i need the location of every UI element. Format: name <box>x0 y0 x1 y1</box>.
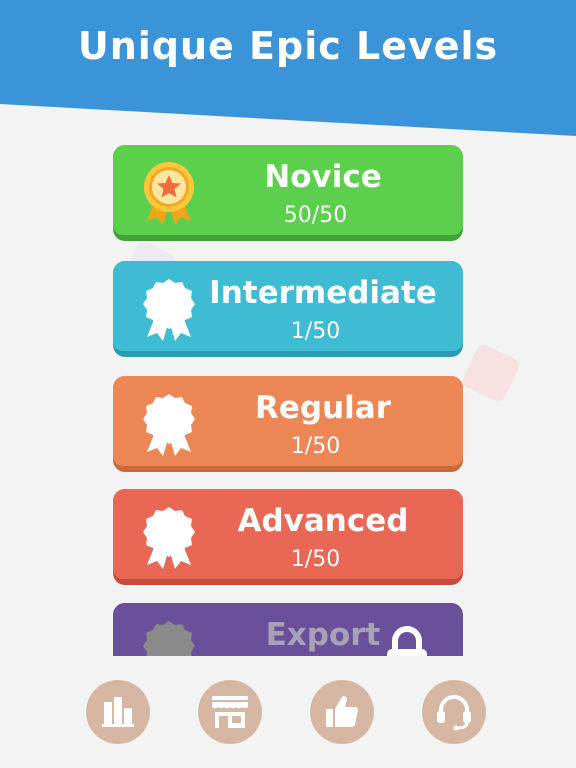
support-button[interactable] <box>422 680 486 744</box>
level-progress: 50/50 <box>283 203 348 228</box>
page-title: Unique Epic Levels <box>77 24 499 68</box>
level-progress: 1/50 <box>290 319 341 344</box>
level-card-advanced[interactable]: Advanced 1/50 <box>113 489 463 585</box>
level-card-novice[interactable]: Novice 50/50 <box>113 145 463 241</box>
header-background <box>0 0 576 136</box>
stats-button[interactable] <box>86 680 150 744</box>
bottom-nav <box>0 656 576 768</box>
level-card-intermediate[interactable]: Intermediate 1/50 <box>113 261 463 357</box>
header-banner: Unique Epic Levels <box>0 0 576 140</box>
shop-button[interactable] <box>198 680 262 744</box>
level-name: Regular <box>255 390 391 426</box>
level-name: Novice <box>264 159 382 195</box>
thumbs-up-icon <box>326 696 358 727</box>
bar-chart-icon <box>102 697 134 727</box>
shop-icon <box>212 696 248 728</box>
level-card-regular[interactable]: Regular 1/50 <box>113 376 463 472</box>
level-progress: 1/50 <box>290 547 341 572</box>
level-name: Advanced <box>237 503 409 539</box>
decorative-square <box>460 342 522 404</box>
level-progress: 1/50 <box>290 434 341 459</box>
like-button[interactable] <box>310 680 374 744</box>
level-name: Intermediate <box>209 275 437 311</box>
headset-icon <box>437 695 471 731</box>
